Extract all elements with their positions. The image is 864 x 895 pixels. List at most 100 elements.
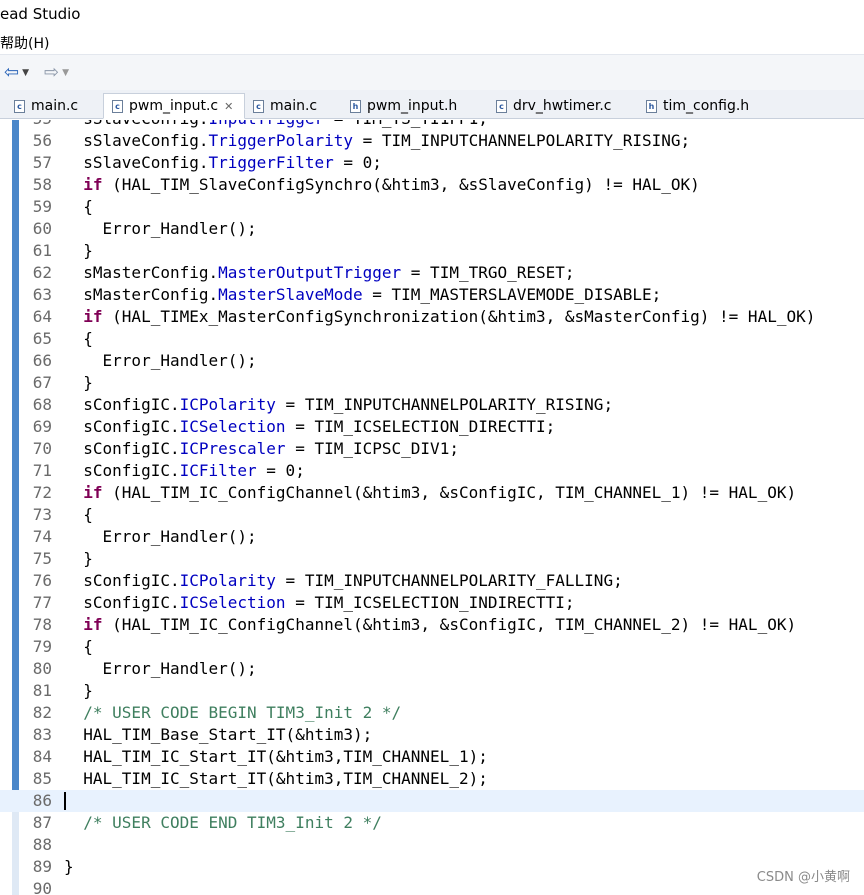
code-line[interactable]: 58 if (HAL_TIM_SlaveConfigSynchro(&htim3…: [0, 174, 864, 196]
tab-main-c[interactable]: c main.c: [6, 93, 103, 119]
line-code: if (HAL_TIM_IC_ConfigChannel(&htim3, &sC…: [64, 614, 796, 636]
code-line[interactable]: 56 sSlaveConfig.TriggerPolarity = TIM_IN…: [0, 130, 864, 152]
code-line[interactable]: 87 /* USER CODE END TIM3_Init 2 */: [0, 812, 864, 834]
code-line[interactable]: 73 {: [0, 504, 864, 526]
code-token: HAL_TIM_IC_Start_IT(&htim3,TIM_CHANNEL_2…: [64, 769, 488, 788]
tab-drv-hwtimer-c[interactable]: c drv_hwtimer.c: [486, 93, 636, 119]
code-line[interactable]: 80 Error_Handler();: [0, 658, 864, 680]
line-number: 70: [32, 439, 52, 458]
line-number: 88: [32, 835, 52, 854]
code-line[interactable]: 57 sSlaveConfig.TriggerFilter = 0;: [0, 152, 864, 174]
code-line[interactable]: 85 HAL_TIM_IC_Start_IT(&htim3,TIM_CHANNE…: [0, 768, 864, 790]
line-number: 58: [32, 175, 52, 194]
code-line[interactable]: 89}: [0, 856, 864, 878]
tab-label: drv_hwtimer.c: [513, 98, 612, 114]
code-token: = TIM_ICSELECTION_DIRECTTI;: [285, 417, 556, 436]
code-line[interactable]: 77 sConfigIC.ICSelection = TIM_ICSELECTI…: [0, 592, 864, 614]
comment-token: /* USER CODE BEGIN TIM3_Init 2 */: [83, 703, 402, 722]
code-token: sConfigIC.: [64, 593, 180, 612]
code-line[interactable]: 59 {: [0, 196, 864, 218]
code-line[interactable]: 75 }: [0, 548, 864, 570]
dropdown-arrow-icon[interactable]: ▼: [22, 63, 29, 83]
code-line[interactable]: 55 sSlaveConfig.InputTrigger = TIM_TS_TI…: [0, 120, 864, 130]
code-line[interactable]: 82 /* USER CODE BEGIN TIM3_Init 2 */: [0, 702, 864, 724]
menu-bar: 帮助(H): [0, 30, 864, 54]
code-token: (HAL_TIM_SlaveConfigSynchro(&htim3, &sSl…: [102, 175, 700, 194]
code-token: }: [64, 681, 93, 700]
line-number: 61: [32, 241, 52, 260]
close-icon[interactable]: ✕: [224, 100, 233, 113]
code-line[interactable]: 68 sConfigIC.ICPolarity = TIM_INPUTCHANN…: [0, 394, 864, 416]
field-token: ICPolarity: [179, 571, 276, 590]
code-token: = TIM_ICSELECTION_INDIRECTTI;: [285, 593, 575, 612]
line-number: 75: [32, 549, 52, 568]
code-line[interactable]: 69 sConfigIC.ICSelection = TIM_ICSELECTI…: [0, 416, 864, 438]
code-token: HAL_TIM_IC_Start_IT(&htim3,TIM_CHANNEL_1…: [64, 747, 488, 766]
code-token: Error_Handler();: [64, 219, 257, 238]
line-code: {: [64, 504, 93, 526]
code-line[interactable]: 76 sConfigIC.ICPolarity = TIM_INPUTCHANN…: [0, 570, 864, 592]
code-line[interactable]: 72 if (HAL_TIM_IC_ConfigChannel(&htim3, …: [0, 482, 864, 504]
code-line[interactable]: 86: [0, 790, 864, 812]
line-number: 56: [32, 131, 52, 150]
dropdown-arrow-icon[interactable]: ▼: [62, 63, 69, 83]
line-code: }: [64, 856, 74, 878]
line-number: 68: [32, 395, 52, 414]
line-code: sConfigIC.ICFilter = 0;: [64, 460, 305, 482]
line-code: sSlaveConfig.TriggerFilter = 0;: [64, 152, 382, 174]
tab-pwm-input-h[interactable]: h pwm_input.h: [340, 93, 486, 119]
line-code: {: [64, 636, 93, 658]
code-line[interactable]: 88: [0, 834, 864, 856]
line-number: 69: [32, 417, 52, 436]
code-line[interactable]: 67 }: [0, 372, 864, 394]
code-token: }: [64, 549, 93, 568]
c-file-icon: c: [14, 99, 25, 113]
field-token: InputTrigger: [209, 120, 325, 128]
code-line[interactable]: 63 sMasterConfig.MasterSlaveMode = TIM_M…: [0, 284, 864, 306]
code-line[interactable]: 90: [0, 878, 864, 895]
line-number: 59: [32, 197, 52, 216]
code-line[interactable]: 79 {: [0, 636, 864, 658]
back-button[interactable]: ⇦ ▼: [4, 63, 29, 83]
code-token: (HAL_TIM_IC_ConfigChannel(&htim3, &sConf…: [102, 483, 797, 502]
tab-main-c-2[interactable]: c main.c: [245, 93, 340, 119]
code-line[interactable]: 78 if (HAL_TIM_IC_ConfigChannel(&htim3, …: [0, 614, 864, 636]
code-token: Error_Handler();: [64, 659, 257, 678]
code-editor[interactable]: 55 sSlaveConfig.InputTrigger = TIM_TS_TI…: [0, 120, 864, 895]
forward-arrow-icon: ⇨: [44, 62, 60, 83]
line-number: 89: [32, 857, 52, 876]
code-line[interactable]: 62 sMasterConfig.MasterOutputTrigger = T…: [0, 262, 864, 284]
code-lines: 55 sSlaveConfig.InputTrigger = TIM_TS_TI…: [0, 120, 864, 895]
forward-button[interactable]: ⇨ ▼: [44, 63, 69, 83]
code-line[interactable]: 70 sConfigIC.ICPrescaler = TIM_ICPSC_DIV…: [0, 438, 864, 460]
c-file-icon: c: [496, 99, 507, 113]
line-number: 77: [32, 593, 52, 612]
code-line[interactable]: 64 if (HAL_TIMEx_MasterConfigSynchroniza…: [0, 306, 864, 328]
code-token: sMasterConfig.: [64, 263, 219, 282]
tab-tim-config-h[interactable]: h tim_config.h: [636, 93, 764, 119]
code-line[interactable]: 66 Error_Handler();: [0, 350, 864, 372]
line-code: if (HAL_TIMEx_MasterConfigSynchronizatio…: [64, 306, 815, 328]
code-line[interactable]: 65 {: [0, 328, 864, 350]
code-token: = TIM_ICPSC_DIV1;: [285, 439, 459, 458]
tab-pwm-input-c[interactable]: c pwm_input.c ✕: [103, 93, 245, 119]
line-code: Error_Handler();: [64, 218, 257, 240]
code-line[interactable]: 83 HAL_TIM_Base_Start_IT(&htim3);: [0, 724, 864, 746]
field-token: ICSelection: [179, 593, 286, 612]
code-line[interactable]: 74 Error_Handler();: [0, 526, 864, 548]
line-code: {: [64, 196, 93, 218]
code-line[interactable]: 71 sConfigIC.ICFilter = 0;: [0, 460, 864, 482]
line-number: 62: [32, 263, 52, 282]
menu-help[interactable]: 帮助(H): [0, 33, 49, 53]
keyword-token: if: [83, 483, 103, 502]
code-line[interactable]: 81 }: [0, 680, 864, 702]
code-line[interactable]: 84 HAL_TIM_IC_Start_IT(&htim3,TIM_CHANNE…: [0, 746, 864, 768]
line-code: HAL_TIM_Base_Start_IT(&htim3);: [64, 724, 372, 746]
line-number: 85: [32, 769, 52, 788]
code-line[interactable]: 60 Error_Handler();: [0, 218, 864, 240]
code-line[interactable]: 61 }: [0, 240, 864, 262]
comment-token: /* USER CODE END TIM3_Init 2 */: [83, 813, 382, 832]
line-number: 74: [32, 527, 52, 546]
